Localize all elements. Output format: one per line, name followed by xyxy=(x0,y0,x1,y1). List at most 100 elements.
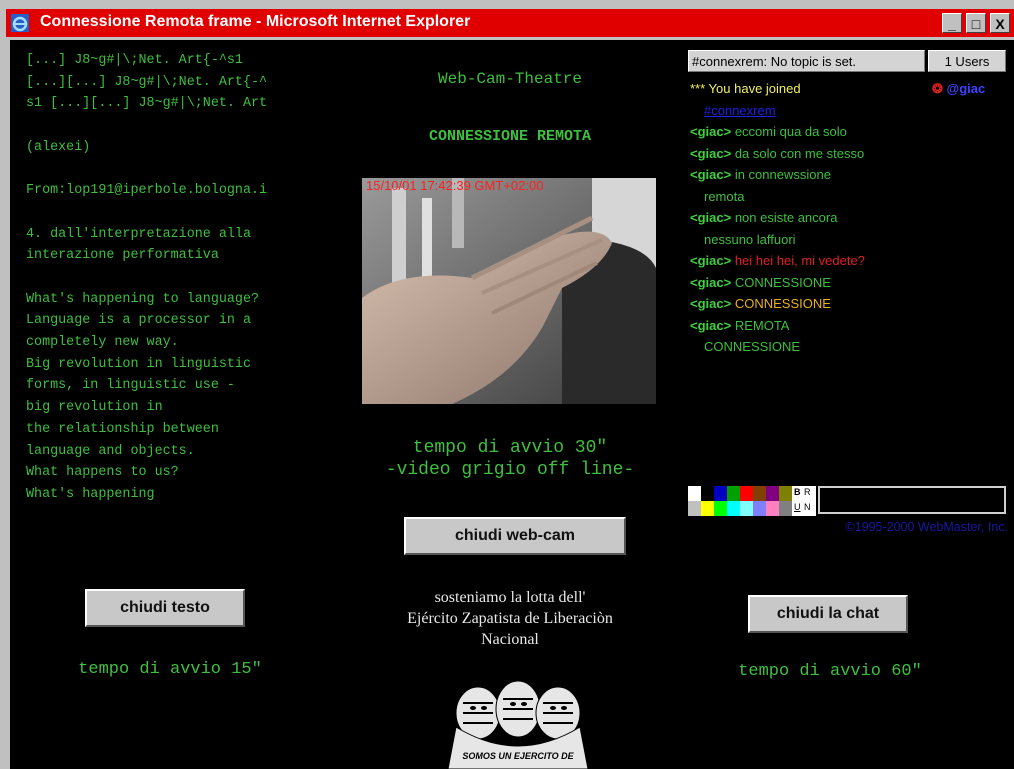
chat-message: <giac> CONNESSIONE xyxy=(690,293,1010,315)
support-line-3: Nacional xyxy=(481,631,539,648)
message-nick: <giac> xyxy=(690,145,732,161)
message-text: non esiste ancora xyxy=(734,210,838,225)
chat-message: <giac> hei hei hei, mi vedete? xyxy=(690,250,1010,272)
zapatista-banner: SOMOS UN EJERCITO DE xyxy=(438,675,598,769)
color-palette xyxy=(688,486,808,518)
user-count-button[interactable]: 1 Users xyxy=(928,50,1006,72)
color-swatch[interactable] xyxy=(766,501,779,516)
channel-link[interactable]: #connexrem xyxy=(690,100,1010,122)
page-subheading: CONNESSIONE REMOTA xyxy=(428,128,592,145)
message-nick: <giac> xyxy=(690,274,732,290)
text-line: big revolution in xyxy=(26,400,163,416)
text-line: Big revolution in linguistic xyxy=(26,356,251,372)
color-swatch[interactable] xyxy=(740,501,753,516)
color-swatch[interactable] xyxy=(766,486,779,501)
color-swatch[interactable] xyxy=(779,486,792,501)
message-nick: <giac> xyxy=(690,210,732,225)
message-nick: <giac> xyxy=(690,167,732,182)
title-bar[interactable]: Connessione Remota frame - Microsoft Int… xyxy=(6,9,1014,37)
bold-button[interactable]: B xyxy=(794,487,801,497)
page-content: [...] J8~g#|\;Net. Art{-^s1 [...][...] J8… xyxy=(10,40,1014,769)
text-line: Language is a processor in a xyxy=(26,313,251,329)
text-line: completely new way. xyxy=(26,335,179,351)
message-text: eccomi qua da solo xyxy=(734,124,847,139)
message-text: hei hei hei, mi vedete? xyxy=(734,253,865,268)
chat-message: <giac> in connewssione xyxy=(690,164,1010,186)
message-continuation: CONNESSIONE xyxy=(704,339,801,354)
color-swatch[interactable] xyxy=(701,501,714,516)
color-swatch[interactable] xyxy=(740,486,753,501)
webcam-timestamp: 15/10/01 17:42:39 GMT+02:00 xyxy=(366,178,544,193)
message-text: in connewssione xyxy=(734,167,831,182)
close-chat-button[interactable]: chiudi la chat xyxy=(748,595,908,633)
webcam-status: -video grigio off line- xyxy=(385,460,635,480)
text-line: [...] J8~g#|\;Net. Art{-^s1 xyxy=(26,53,243,68)
color-swatch[interactable] xyxy=(701,486,714,501)
text-line: s1 [...][...] J8~g#|\;Net. Art xyxy=(26,96,268,112)
chat-message: <giac> da solo con me stesso xyxy=(690,143,1010,165)
webcam-start-time: tempo di avvio 30" xyxy=(412,438,608,458)
user-icon: ❂ xyxy=(932,81,943,96)
internet-explorer-icon xyxy=(10,13,30,33)
text-line: language and objects. xyxy=(26,443,195,459)
message-continuation: remota xyxy=(704,188,745,204)
color-swatch[interactable] xyxy=(753,501,766,516)
chat-start-time: tempo di avvio 60" xyxy=(738,662,922,681)
close-text-button[interactable]: chiudi testo xyxy=(85,589,245,627)
support-line-1: sosteniamo la lotta dell' xyxy=(434,589,586,606)
color-swatch[interactable] xyxy=(727,486,740,501)
close-webcam-button[interactable]: chiudi web-cam xyxy=(404,517,626,555)
chat-topic: #connexrem: No topic is set. xyxy=(688,50,925,72)
color-swatch[interactable] xyxy=(753,486,766,501)
net-art-text: [...] J8~g#|\;Net. Art{-^s1 [...][...] J8… xyxy=(26,50,356,506)
text-line: the relationship between xyxy=(26,421,219,437)
message-nick: <giac> xyxy=(690,317,732,333)
page-heading: Web-Cam-Theatre xyxy=(437,70,583,88)
window-title: Connessione Remota frame - Microsoft Int… xyxy=(40,13,471,30)
text-line: forms, in linguistic use - xyxy=(26,378,235,394)
format-buttons: B R U N xyxy=(792,486,816,516)
color-swatch[interactable] xyxy=(688,501,701,516)
close-button[interactable]: X xyxy=(990,13,1010,33)
color-swatch[interactable] xyxy=(714,501,727,516)
support-message: sosteniamo la lotta dell' Ejército Zapat… xyxy=(350,587,670,650)
normal-button[interactable]: N xyxy=(804,502,811,512)
chat-message: <giac> CONNESSIONE xyxy=(690,272,1010,294)
text-line: What's happening xyxy=(26,487,155,502)
color-swatch[interactable] xyxy=(727,501,740,516)
text-line: What happens to us? xyxy=(26,465,179,481)
banner-caption: SOMOS UN EJERCITO DE xyxy=(462,751,574,761)
copyright: ©1995-2000 WebMaster, Inc. xyxy=(845,520,1008,534)
text-line: interazione performativa xyxy=(26,248,219,264)
maximize-button[interactable]: □ xyxy=(966,13,986,33)
color-swatch[interactable] xyxy=(779,501,792,516)
text-line: 4. dall'interpretazione alla xyxy=(26,226,251,242)
text-line: [...][...] J8~g#|\;Net. Art{-^ xyxy=(26,74,268,90)
chat-input[interactable] xyxy=(818,486,1006,514)
left-start-time: tempo di avvio 15" xyxy=(78,660,262,679)
chat-message: <giac> non esiste ancora xyxy=(690,207,1010,229)
chat-joined: *** You have joined ❂ @giac xyxy=(690,78,1010,100)
chat-message: <giac> REMOTA xyxy=(690,315,1010,337)
text-line: What's happening to language? xyxy=(26,291,260,307)
message-text: CONNESSIONE xyxy=(734,296,831,311)
support-line-2: Ejército Zapatista de Liberaciòn xyxy=(407,610,613,627)
text-line xyxy=(26,159,356,181)
message-text: REMOTA xyxy=(734,317,790,333)
text-line xyxy=(26,202,356,224)
browser-window: Connessione Remota frame - Microsoft Int… xyxy=(0,0,1014,769)
chat-log: *** You have joined ❂ @giac #connexrem <… xyxy=(690,78,1010,358)
color-swatch[interactable] xyxy=(714,486,727,501)
reverse-button[interactable]: R xyxy=(804,487,811,497)
user-list-item[interactable]: ❂ @giac xyxy=(932,78,985,100)
message-nick: <giac> xyxy=(690,124,732,139)
text-line xyxy=(26,115,356,137)
message-text: CONNESSIONE xyxy=(734,274,831,290)
chat-header: #connexrem: No topic is set. 1 Users xyxy=(688,50,1008,72)
joined-text: *** You have joined xyxy=(690,81,801,96)
underline-button[interactable]: U xyxy=(794,502,801,512)
color-swatch[interactable] xyxy=(688,486,701,501)
message-nick: <giac> xyxy=(690,253,732,268)
minimize-button[interactable]: _ xyxy=(942,13,962,33)
user-name: @giac xyxy=(946,81,986,96)
